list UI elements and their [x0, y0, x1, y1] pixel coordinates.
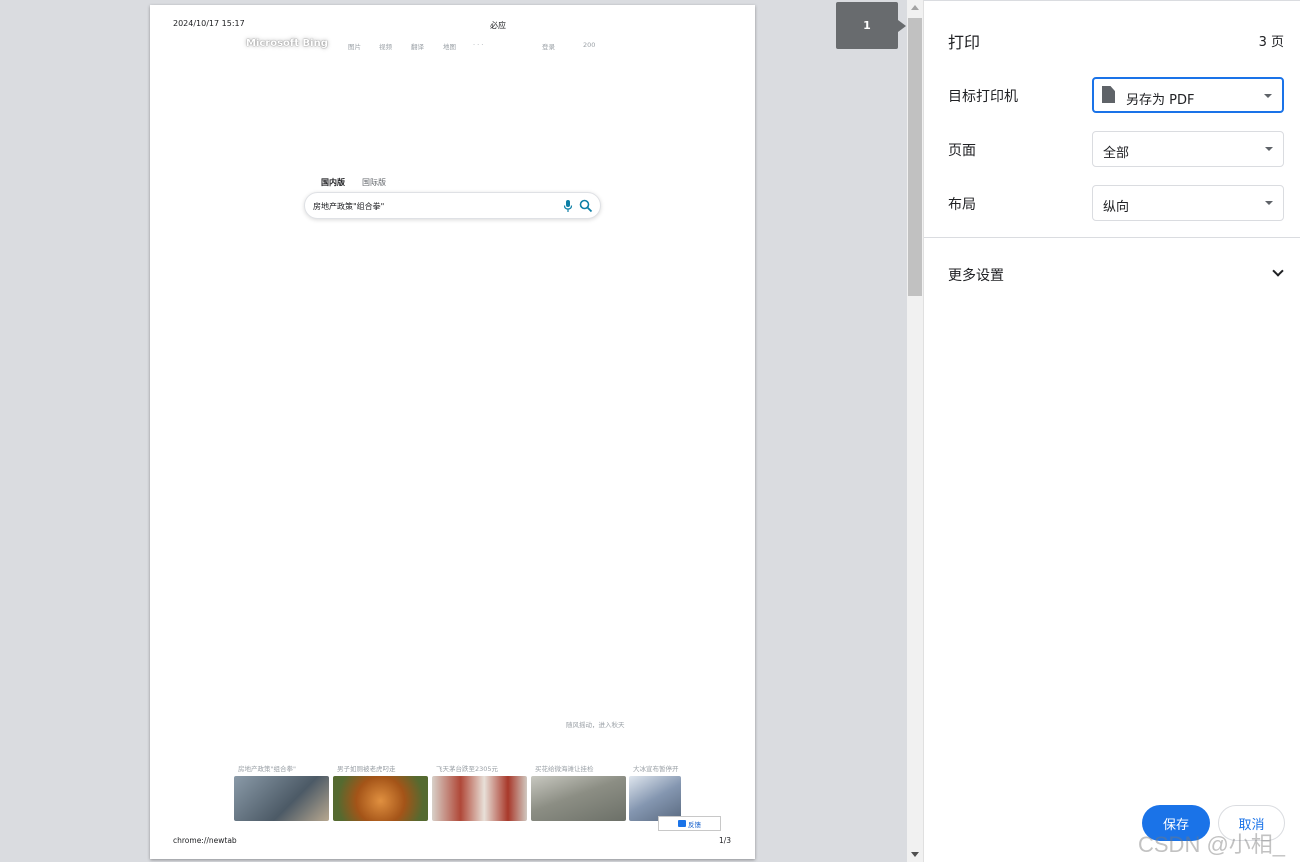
more-settings-toggle[interactable]: 更多设置 — [948, 265, 1004, 285]
bing-search-text: 房地产政策"组合拳" — [313, 202, 385, 211]
feedback-label: 反馈 — [688, 820, 701, 829]
page-count: 3 页 — [1258, 35, 1284, 50]
scroll-up-arrow-icon[interactable] — [911, 5, 919, 10]
page-header-title: 必应 — [490, 21, 506, 30]
chevron-down-icon[interactable] — [1272, 265, 1284, 277]
mic-icon — [563, 200, 573, 212]
dropdown-arrow-icon — [1265, 201, 1273, 205]
news-thumbnail — [629, 776, 681, 821]
bing-tab-domestic: 国内版 — [321, 178, 345, 187]
bing-search-box: 房地产政策"组合拳" — [304, 192, 601, 219]
news-caption: 飞天茅台跌至2305元 — [436, 765, 499, 773]
news-caption: 大冰宣布暂停开 — [633, 765, 679, 773]
bing-nav-maps: 地图 — [443, 43, 456, 51]
bing-nav-points: 200 — [583, 41, 596, 49]
news-caption: 房地产政策"组合拳" — [238, 765, 296, 773]
bing-tagline: 随风摇动，进入秋天 — [566, 721, 625, 729]
layout-label: 布局 — [948, 197, 976, 213]
scrollbar-thumb[interactable] — [908, 18, 922, 296]
news-thumbnail — [531, 776, 626, 821]
dropdown-arrow-icon — [1265, 147, 1273, 151]
news-thumbnail — [333, 776, 428, 821]
preview-scrollbar[interactable] — [907, 0, 923, 862]
dropdown-arrow-icon — [1264, 94, 1272, 98]
page-number-badge: 1 — [836, 2, 906, 49]
pages-select[interactable]: 全部 — [1092, 131, 1284, 167]
news-thumbnail — [234, 776, 329, 821]
page-footer-number: 1/3 — [719, 836, 732, 845]
news-caption: 男子如厕被老虎叼走 — [337, 765, 396, 773]
bing-nav-signin: 登录 — [542, 43, 555, 51]
feedback-button: 反馈 — [658, 816, 721, 831]
print-title: 打印 — [948, 33, 981, 52]
destination-select[interactable]: 另存为 PDF — [1092, 77, 1284, 113]
destination-label: 目标打印机 — [948, 89, 1018, 105]
news-caption: 买花给微海滩让挂检 — [535, 765, 594, 773]
bing-nav-images: 图片 — [348, 43, 361, 51]
destination-value: 另存为 PDF — [1126, 93, 1195, 108]
page-footer-url: chrome://newtab — [173, 836, 237, 845]
layout-select[interactable]: 纵向 — [1092, 185, 1284, 221]
bing-tab-international: 国际版 — [362, 178, 386, 187]
bing-nav-videos: 视频 — [379, 43, 392, 51]
news-thumbnail — [432, 776, 527, 821]
csdn-watermark: CSDN @小相_ — [1138, 832, 1286, 857]
pages-label: 页面 — [948, 143, 976, 159]
print-settings-sidebar: 打印 3 页 目标打印机 另存为 PDF 页面 全部 布局 纵向 更多设置 保存… — [923, 0, 1300, 862]
layout-value: 纵向 — [1103, 200, 1130, 215]
feedback-icon — [678, 820, 686, 827]
pdf-file-icon — [1102, 86, 1115, 103]
print-preview-area: 2024/10/17 15:17 必应 Microsoft Bing 图片 视频… — [0, 0, 907, 862]
search-icon — [579, 199, 593, 213]
bing-nav-more: · · · — [473, 41, 484, 49]
bing-logo: Microsoft Bing — [246, 38, 328, 49]
preview-page: 2024/10/17 15:17 必应 Microsoft Bing 图片 视频… — [150, 5, 755, 859]
bing-nav-translate: 翻译 — [411, 43, 424, 51]
page-header-date: 2024/10/17 15:17 — [173, 19, 245, 28]
section-divider — [924, 237, 1300, 238]
scroll-down-arrow-icon[interactable] — [911, 852, 919, 857]
pages-value: 全部 — [1103, 146, 1130, 161]
